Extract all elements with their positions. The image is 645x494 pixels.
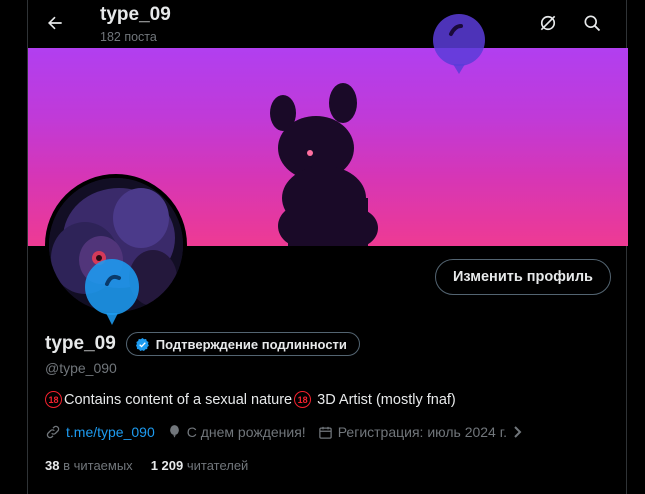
- birthday-text: С днем рождения!: [186, 424, 306, 440]
- profile-link-text[interactable]: t.me/type_090: [66, 424, 155, 440]
- calendar-icon: [318, 426, 332, 439]
- profile-page: type_09 182 поста Изменить профиль type_…: [0, 0, 645, 494]
- grok-button[interactable]: [531, 6, 565, 40]
- chevron-right-icon: [514, 426, 522, 438]
- handle: @type_090: [45, 360, 117, 376]
- profile-meta: t.me/type_090 С днем рождения! Регистрац…: [45, 424, 536, 440]
- bio: 18 Contains content of a sexual nature 1…: [45, 391, 456, 408]
- search-button[interactable]: [575, 6, 609, 40]
- header-posts-count: 182 поста: [100, 30, 157, 44]
- display-name: type_09: [45, 333, 116, 354]
- header-title: type_09: [100, 4, 171, 25]
- birthday-item: С днем рождения!: [167, 424, 306, 440]
- joined-item[interactable]: Регистрация: июль 2024 г.: [318, 424, 524, 440]
- search-icon: [584, 15, 601, 32]
- followers-count: 1 209: [150, 458, 184, 473]
- link-icon: [46, 425, 60, 439]
- adult-18-icon: 18: [294, 391, 312, 408]
- following-count: 38: [45, 458, 60, 473]
- following-label: в читаемых: [59, 458, 133, 473]
- verify-label: Подтверждение подлинности: [155, 336, 347, 352]
- followers-link[interactable]: 1 209 читателей: [151, 458, 249, 473]
- balloon-icon: [433, 14, 485, 74]
- balloon-birthday-icon: [169, 425, 179, 438]
- profile-link[interactable]: t.me/type_090: [45, 424, 155, 440]
- follow-stats: 38 в читаемых 1 209 читателей: [45, 458, 248, 473]
- balloon-avatar-icon: [85, 259, 139, 325]
- main-column: type_09 182 поста Изменить профиль type_…: [27, 0, 628, 494]
- verified-badge-icon: [135, 337, 149, 351]
- followers-label: читателей: [183, 458, 249, 473]
- back-arrow-icon: [48, 16, 62, 30]
- bio-text-2: 3D Artist (mostly fnaf): [313, 391, 456, 408]
- edit-profile-button[interactable]: Изменить профиль: [435, 259, 611, 295]
- verify-button[interactable]: Подтверждение подлинности: [125, 332, 360, 356]
- adult-18-icon: 18: [45, 391, 62, 408]
- top-bar: type_09 182 поста: [28, 0, 628, 48]
- following-link[interactable]: 38 в читаемых: [45, 458, 133, 473]
- joined-text: Регистрация: июль 2024 г.: [337, 424, 508, 440]
- name-row: type_09 Подтверждение подлинности: [45, 332, 360, 356]
- grok-icon: [540, 15, 556, 31]
- back-button[interactable]: [38, 6, 72, 40]
- bio-text-1: Contains content of a sexual nature: [64, 391, 293, 408]
